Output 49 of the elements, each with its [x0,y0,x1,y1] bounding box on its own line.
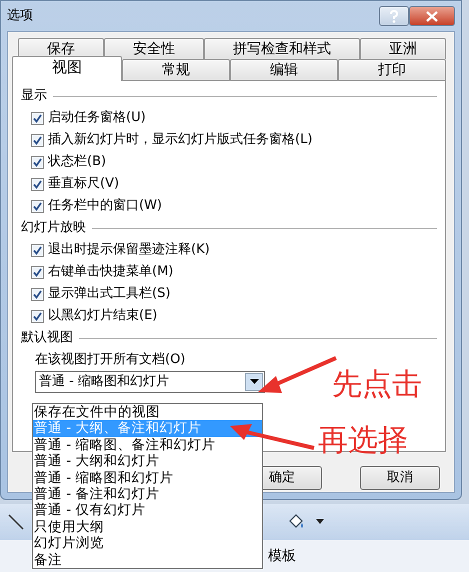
dropdown-option[interactable]: 普通 - 仅有幻灯片 [33,502,262,519]
close-button[interactable] [409,6,455,26]
checkbox-label: 退出时提示保留墨迹注释(K) [48,241,210,260]
dropdown-option[interactable]: 只使用大纲 [33,518,262,536]
close-icon [426,10,438,22]
checkbox-label: 垂直标尺(V) [48,175,120,194]
view-dropdown[interactable]: 普通 - 缩略图和幻灯片 [35,371,265,393]
checkbox[interactable] [31,156,44,168]
checkbox-label: 以黑幻灯片结束(E) [48,307,158,326]
tab[interactable]: 打印 [338,59,446,80]
annotation-text: 再选择 [318,422,408,460]
tab[interactable]: 亚洲 [360,38,446,59]
dropdown-option[interactable]: 普通 - 缩略图、备注和幻灯片 [33,436,262,454]
dropdown-option[interactable]: 幻灯片浏览 [33,535,262,552]
window-title: 选项 [7,7,33,26]
checkbox[interactable] [31,288,44,300]
checkbox-label: 右键单击快捷菜单(M) [48,263,174,282]
tab[interactable]: 常规 [122,59,230,80]
line-icon [6,512,26,532]
checkbox-label: 启动任务窗格(U) [48,109,146,128]
field-label: 在该视图打开所有文档(O) [34,351,186,369]
help-icon [389,10,399,22]
checkbox[interactable] [31,310,44,322]
section-title: 幻灯片放映 [21,219,86,238]
pane-text: 模板 [268,546,296,566]
dropdown-button[interactable] [245,373,263,391]
dropdown-option[interactable]: 保存在文件中的视图 [33,404,262,420]
section-title: 显示 [21,87,47,106]
caret-icon [316,519,324,525]
checkbox[interactable] [31,134,44,146]
caret-icon [250,379,258,385]
annotation-text: 先点击 [332,366,422,404]
checkbox-label: 状态栏(B) [48,153,106,172]
checkbox[interactable] [31,112,44,124]
section-title: 默认视图 [21,329,73,348]
dropdown-option[interactable]: 备注 [33,552,262,568]
tab[interactable]: 安全性 [104,38,204,59]
checkbox[interactable] [31,200,44,212]
tab[interactable]: 拼写检查和样式 [204,38,360,59]
tab[interactable]: 编辑 [230,59,338,80]
checkbox-label: 任务栏中的窗口(W) [48,197,162,216]
checkbox[interactable] [31,244,44,256]
checkbox-label: 显示弹出式工具栏(S) [48,285,170,304]
checkbox[interactable] [31,178,44,190]
cancel-button[interactable]: 取消 [360,466,440,490]
help-button[interactable] [379,6,409,26]
checkbox[interactable] [31,266,44,278]
checkbox-label: 插入新幻灯片时，显示幻灯片版式任务窗格(L) [48,131,312,150]
tab[interactable]: 视图 [12,56,122,81]
